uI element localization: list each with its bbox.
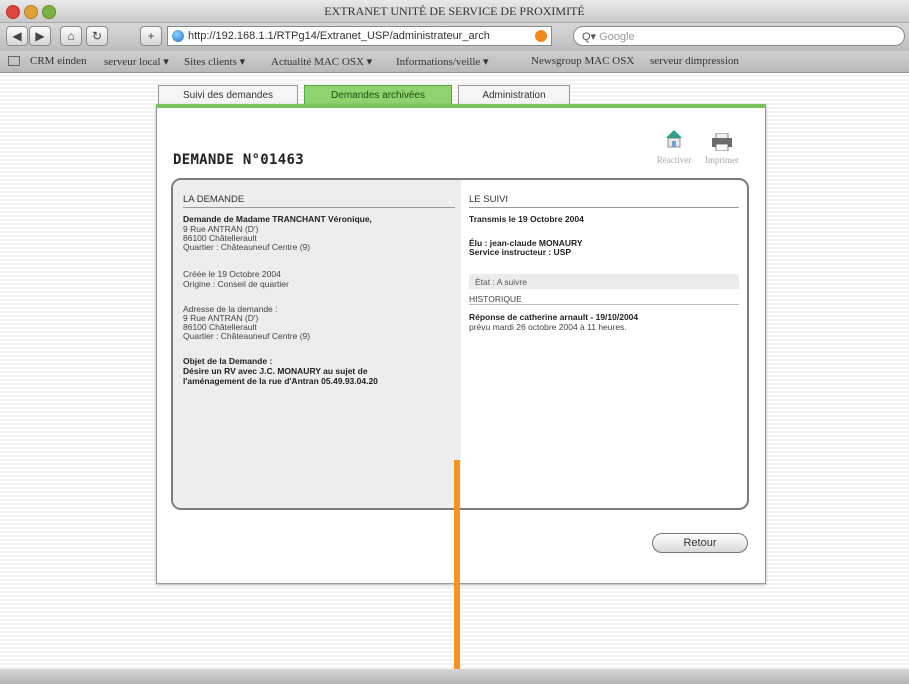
print-button[interactable]: Imprimer	[699, 127, 745, 167]
history-entry-title: Réponse de catherine arnault - 19/10/200…	[469, 312, 639, 322]
reload-icon: ↻	[91, 29, 103, 43]
request-details-box: LA DEMANDE Demande de Madame TRANCHANT V…	[171, 178, 749, 510]
search-field[interactable]: Q▾ Google	[573, 26, 905, 46]
object-label: Objet de la Demande :	[183, 356, 273, 366]
followup-header: LE SUIVI	[469, 194, 509, 205]
home-button[interactable]: ⌂	[60, 26, 82, 46]
retour-button[interactable]: Retour	[652, 533, 748, 553]
divider	[183, 207, 455, 208]
reload-button[interactable]: ↻	[86, 26, 108, 46]
divider	[469, 304, 739, 305]
tab-label: Demandes archivées	[331, 90, 425, 101]
search-placeholder: Google	[599, 31, 635, 43]
home-icon: ⌂	[67, 29, 75, 43]
created-date: Créée le 19 Octobre 2004	[183, 269, 281, 279]
object-line: l'aménagement de la rue d'Antran 05.49.9…	[183, 376, 378, 386]
request-origin: Origine : Conseil de quartier	[183, 279, 289, 289]
window-title: EXTRANET UNITÉ DE SERVICE DE PROXIMITÉ	[324, 4, 585, 18]
forward-icon: ▶	[35, 29, 45, 43]
history-label: HISTORIQUE	[469, 294, 522, 304]
requester-name: Demande de Madame TRANCHANT Véronique,	[183, 214, 372, 224]
service-instructor: Service instructeur : USP	[469, 247, 572, 257]
reactivate-label: Réactiver	[656, 155, 692, 165]
bookmark-item[interactable]: serveur dimpression	[650, 55, 739, 67]
address-bar[interactable]: http://192.168.1.1/RTPg14/Extranet_USP/a…	[167, 26, 552, 46]
reactivate-button[interactable]: Réactiver	[651, 127, 697, 167]
bookmarks-bar: CRM einden serveur local ▾ Sites clients…	[0, 51, 909, 73]
tab-demandes-archivees[interactable]: Demandes archivées	[304, 85, 452, 105]
add-icon: +	[147, 29, 155, 43]
overlay-marker-line	[454, 460, 460, 684]
back-icon: ◀	[12, 29, 22, 43]
add-bookmark-button[interactable]: +	[140, 26, 162, 46]
tab-label: Suivi des demandes	[182, 90, 274, 101]
divider	[469, 207, 739, 208]
forward-button[interactable]: ▶	[29, 26, 51, 46]
printer-icon	[712, 133, 732, 151]
url-text: http://192.168.1.1/RTPg14/Extranet_USP/a…	[188, 30, 490, 42]
tab-administration[interactable]: Administration	[458, 85, 570, 105]
request-address-line: Quartier : Châteauneuf Centre (9)	[183, 331, 311, 341]
bookmark-item[interactable]: Newsgroup MAC OSX	[531, 55, 634, 67]
transmitted-date: Transmis le 19 Octobre 2004	[469, 214, 584, 224]
page-title: DEMANDE N°01463	[173, 152, 304, 168]
requester-address-line: Quartier : Châteauneuf Centre (9)	[183, 242, 311, 252]
search-icon: Q▾	[582, 31, 597, 43]
window-bottom-bar	[0, 669, 909, 684]
bookmark-item[interactable]: CRM einden	[30, 55, 87, 67]
rss-icon[interactable]	[535, 30, 547, 42]
bookmark-item[interactable]: serveur local ▾	[104, 55, 169, 68]
window-titlebar: EXTRANET UNITÉ DE SERVICE DE PROXIMITÉ	[0, 0, 909, 23]
print-label: Imprimer	[705, 155, 739, 165]
request-header: LA DEMANDE	[183, 194, 245, 205]
back-button[interactable]: ◀	[6, 26, 28, 46]
object-line: Désire un RV avec J.C. MONAURY au sujet …	[183, 366, 368, 376]
globe-icon	[172, 30, 184, 42]
bookmark-item[interactable]: Sites clients ▾	[184, 55, 245, 68]
browser-toolbar: ◀ ▶ ⌂ ↻ + http://192.168.1.1/RTPg14/Extr…	[0, 23, 909, 51]
book-icon[interactable]	[8, 56, 20, 66]
state-field: État : A suivre	[469, 274, 739, 289]
tab-suivi-demandes[interactable]: Suivi des demandes	[158, 85, 298, 105]
bookmark-item[interactable]: Informations/veille ▾	[396, 55, 489, 68]
tab-label: Administration	[482, 90, 546, 101]
house-icon	[666, 130, 682, 148]
bookmark-item[interactable]: Actualité MAC OSX ▾	[271, 55, 372, 68]
history-entry-text: prévu mardi 26 octobre 2004 à 11 heures.	[469, 322, 627, 332]
